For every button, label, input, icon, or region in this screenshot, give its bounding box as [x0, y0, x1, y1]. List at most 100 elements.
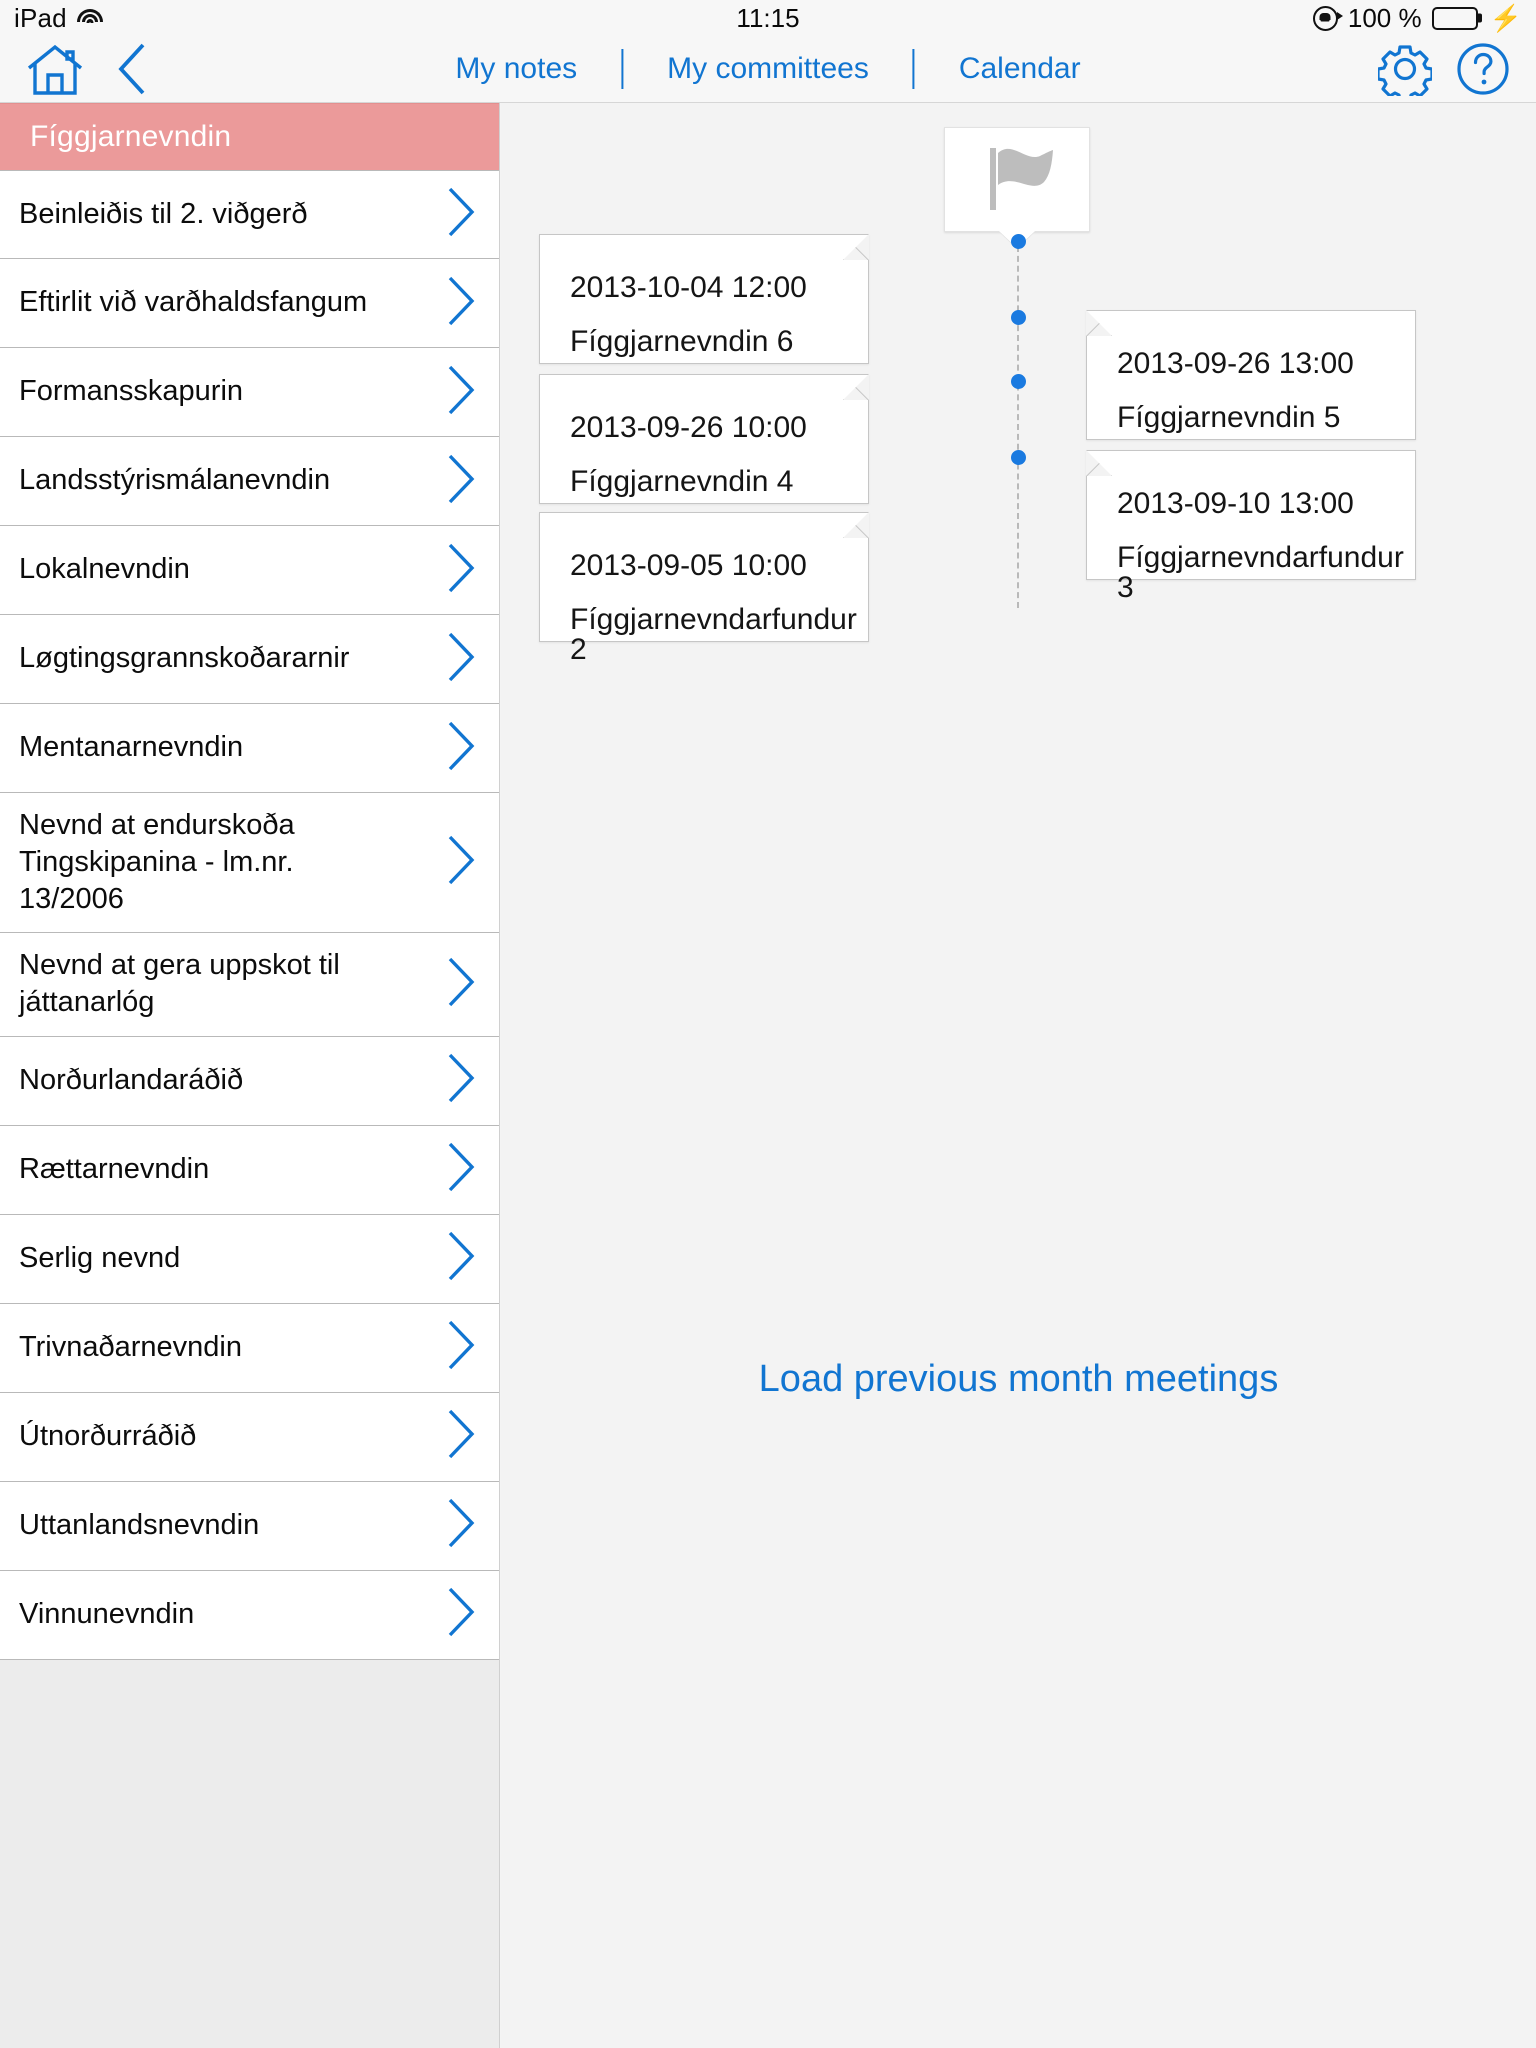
battery-percent-label: 100 % [1347, 2, 1422, 33]
chevron-right-icon [442, 1230, 478, 1287]
chevron-right-icon [442, 1497, 478, 1554]
committee-list-item[interactable]: Eftirlit við varðhaldsfangum [0, 259, 499, 348]
meeting-card-body: 2013-10-04 12:00 Fíggjarnevndin 6 [540, 235, 868, 357]
chevron-right-icon [442, 956, 478, 1013]
timeline-axis [1017, 246, 1019, 2048]
selected-committee-label: Fíggjarnevndin [30, 120, 232, 153]
meeting-card[interactable]: 2013-09-26 10:00 Fíggjarnevndin 4 [539, 374, 869, 504]
meeting-datetime: 2013-09-05 10:00 [570, 549, 807, 582]
committee-list-item-label: Eftirlit við varðhaldsfangum [19, 286, 368, 319]
committee-list-item-label: Rættarnevndin [19, 1152, 210, 1185]
meeting-title: Fíggjarnevndin 4 [570, 465, 794, 498]
selected-committee-banner: Fíggjarnevndin [0, 103, 499, 170]
chevron-right-icon [442, 186, 478, 243]
committee-list-item-label: Uttanlandsnevndin [19, 1508, 260, 1541]
timeline-dashed-line [1017, 246, 1019, 608]
chevron-right-icon [442, 1586, 478, 1643]
meeting-title: Fíggjarnevndarfundur 2 [570, 603, 857, 666]
chevron-right-icon [442, 1408, 478, 1465]
chevron-right-icon [442, 275, 478, 332]
navigation-bar-right [1378, 42, 1510, 96]
meeting-card[interactable]: 2013-10-04 12:00 Fíggjarnevndin 6 [539, 234, 869, 364]
help-button[interactable] [1456, 42, 1510, 96]
committee-list-item[interactable]: Nevnd at endurskoða Tingskipanina - lm.n… [0, 793, 499, 934]
committee-list-item[interactable]: Rættarnevndin [0, 1125, 499, 1215]
navigation-bar-left [26, 42, 150, 96]
chevron-right-icon [442, 364, 478, 421]
committee-list-item[interactable]: Nevnd at gera uppskot til játtanarlóg [0, 933, 499, 1037]
back-button[interactable] [114, 42, 150, 96]
meeting-datetime: 2013-09-26 10:00 [570, 411, 807, 444]
committee-list-item-label: Beinleiðis til 2. viðgerð [19, 197, 308, 230]
settings-button[interactable] [1378, 42, 1432, 96]
committee-list-item-label: Formansskapurin [19, 375, 244, 408]
meeting-datetime: 2013-09-10 13:00 [1117, 487, 1354, 520]
chevron-right-icon [442, 720, 478, 777]
committee-list-item-label: Lokalnevndin [19, 553, 190, 586]
committee-list-item[interactable]: Trivnaðarnevndin [0, 1303, 499, 1393]
tab-my-committees[interactable]: My committees [623, 52, 913, 86]
meeting-title: Fíggjarnevndarfundur 3 [1117, 541, 1404, 604]
question-circle-icon [1457, 43, 1509, 95]
meeting-card-body: 2013-09-26 13:00 Fíggjarnevndin 5 [1087, 311, 1415, 433]
timeline-dot [1011, 374, 1026, 389]
meeting-card[interactable]: 2013-09-05 10:00 Fíggjarnevndarfundur 2 [539, 512, 869, 665]
chevron-right-icon [442, 631, 478, 688]
meetings-timeline-panel: 2013-10-04 12:00 Fíggjarnevndin 6 2013-09-… [501, 103, 1536, 2048]
banner-arrow-tip [477, 104, 499, 170]
committee-list-item-label: Norðurlandaráðið [19, 1063, 244, 1096]
committee-list-item[interactable]: Vinnunevndin [0, 1570, 499, 1660]
load-previous-month-button[interactable]: Load previous month meetings [501, 1358, 1536, 1401]
chevron-right-icon [442, 453, 478, 510]
timeline-flag-marker [944, 127, 1090, 248]
meeting-datetime: 2013-09-26 13:00 [1117, 347, 1354, 380]
flag-icon [990, 147, 1053, 210]
committee-list: Beinleiðis til 2. viðgerð Eftirlit við va… [0, 170, 499, 1660]
timeline-dot [1011, 450, 1026, 465]
committee-list-item[interactable]: Uttanlandsnevndin [0, 1481, 499, 1571]
status-bar: iPad 11:15 100 % ⚡ [0, 0, 1536, 36]
gear-icon [1378, 45, 1432, 96]
committee-list-item-label: Nevnd at gera uppskot til játtanarlóg [19, 949, 340, 1019]
meeting-card[interactable]: 2013-09-26 13:00 Fíggjarnevndin 5 [1086, 310, 1416, 440]
committee-list-item[interactable]: Serlig nevnd [0, 1214, 499, 1304]
committee-list-item-label: Útnorðurráðið [19, 1419, 197, 1452]
committee-list-item[interactable]: Formansskapurin [0, 348, 499, 437]
committee-list-item[interactable]: Mentanarnevndin [0, 704, 499, 793]
navigation-bar: My notes My committees Calendar [0, 36, 1536, 103]
meeting-card[interactable]: 2013-09-10 13:00 Fíggjarnevndarfundur 3 [1086, 450, 1416, 603]
battery-icon [1431, 6, 1478, 30]
committee-list-item[interactable]: Landsstýrismálanevndin [0, 437, 499, 526]
tab-my-notes[interactable]: My notes [411, 52, 621, 86]
committee-list-item-label: Nevnd at endurskoða Tingskipanina - lm.n… [19, 809, 295, 916]
committee-list-item-label: Serlig nevnd [19, 1241, 181, 1274]
committee-list-item-label: Løgtingsgrannskoðararnir [19, 642, 350, 675]
sidebar-empty-space [0, 1659, 499, 2048]
home-button[interactable] [26, 43, 84, 95]
chevron-right-icon [442, 834, 478, 891]
committee-list-item[interactable]: Útnorðurráðið [0, 1392, 499, 1482]
status-bar-clock: 11:15 [736, 2, 800, 33]
chevron-right-icon [442, 1319, 478, 1376]
committee-list-item-label: Landsstýrismálanevndin [19, 464, 331, 497]
meeting-title: Fíggjarnevndin 5 [1117, 401, 1341, 434]
committee-sidebar[interactable]: Fíggjarnevndin Beinleiðis til 2. viðgerð… [0, 103, 500, 2048]
tab-calendar[interactable]: Calendar [915, 52, 1125, 86]
meeting-datetime: 2013-10-04 12:00 [570, 271, 807, 304]
meeting-title: Fíggjarnevndin 6 [570, 325, 794, 358]
meeting-card-body: 2013-09-10 13:00 Fíggjarnevndarfundur 3 [1087, 451, 1415, 603]
chevron-right-icon [442, 542, 478, 599]
navigation-tabs: My notes My committees Calendar [411, 49, 1124, 89]
chevron-left-icon [118, 43, 145, 95]
committee-list-item[interactable]: Løgtingsgrannskoðararnir [0, 615, 499, 704]
committee-list-item-label: Vinnunevndin [19, 1597, 195, 1630]
committee-list-item[interactable]: Lokalnevndin [0, 526, 499, 615]
home-icon [27, 44, 83, 95]
committee-list-item[interactable]: Beinleiðis til 2. viðgerð [0, 170, 499, 259]
charging-bolt-icon: ⚡ [1489, 3, 1522, 33]
chevron-right-icon [442, 1052, 478, 1109]
committee-list-item[interactable]: Norðurlandaráðið [0, 1036, 499, 1126]
chevron-right-icon [442, 1141, 478, 1198]
rotation-lock-icon [1312, 5, 1343, 31]
meeting-card-body: 2013-09-05 10:00 Fíggjarnevndarfundur 2 [540, 513, 868, 665]
